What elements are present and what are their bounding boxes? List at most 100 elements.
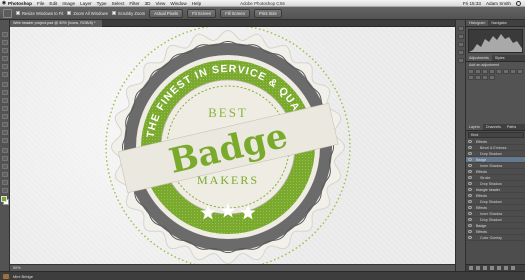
vibrance-icon[interactable] — [496, 69, 502, 74]
eraser-tool-icon[interactable] — [2, 114, 8, 119]
clock[interactable]: Fri 15:33 — [463, 1, 481, 6]
pen-tool-icon[interactable] — [2, 148, 8, 153]
posterize-icon[interactable] — [489, 75, 495, 80]
gradient-tool-icon[interactable] — [2, 122, 8, 127]
tab-layers[interactable]: Layers — [466, 124, 483, 130]
swatches-panel-icon[interactable] — [458, 58, 464, 63]
curves-icon[interactable] — [482, 69, 488, 74]
type-tool-icon[interactable] — [2, 156, 8, 161]
healing-tool-icon[interactable] — [2, 82, 8, 87]
invert-icon[interactable] — [482, 75, 488, 80]
mini-bridge-label[interactable]: Mini Bridge — [13, 274, 33, 279]
eye-icon[interactable] — [468, 188, 472, 191]
hand-tool-icon[interactable] — [2, 180, 8, 185]
menu-image[interactable]: Image — [62, 1, 75, 6]
menu-3d[interactable]: 3D — [145, 1, 151, 6]
mask-icon[interactable] — [483, 266, 487, 270]
resize-windows-checkbox[interactable]: Resize Windows to Fit — [16, 11, 63, 16]
foreground-color-swatch[interactable] — [1, 196, 7, 202]
eye-icon[interactable] — [468, 176, 472, 179]
eye-icon[interactable] — [468, 194, 472, 197]
apple-icon[interactable]: ◉ — [0, 0, 8, 6]
eye-icon[interactable] — [468, 212, 472, 215]
layer-filter-kind[interactable]: Kind — [468, 132, 524, 138]
eye-icon[interactable] — [468, 230, 472, 233]
adjustment-layer-icon[interactable] — [490, 266, 494, 270]
layer-row[interactable]: Color Overlay — [466, 235, 525, 241]
eye-icon[interactable] — [468, 158, 472, 161]
crop-tool-icon[interactable] — [2, 64, 8, 69]
tab-adjustments[interactable]: Adjustments — [466, 55, 492, 61]
document-tab[interactable]: Web header project.psd @ 50% (Icons, RGB… — [10, 20, 102, 27]
tab-histogram[interactable]: Histogram — [466, 20, 489, 26]
clone-stamp-tool-icon[interactable] — [2, 98, 8, 103]
tab-styles[interactable]: Styles — [492, 55, 508, 61]
menu-window[interactable]: Window — [170, 1, 186, 6]
mini-bridge-icon[interactable] — [3, 273, 9, 279]
menu-type[interactable]: Type — [97, 1, 107, 6]
brightness-contrast-icon[interactable] — [468, 69, 474, 74]
trash-icon[interactable] — [511, 266, 515, 270]
fit-screen-button[interactable]: Fit Screen — [187, 8, 217, 18]
scrubby-zoom-checkbox[interactable]: Scrubby Zoom — [111, 11, 145, 16]
photo-filter-icon[interactable] — [468, 75, 474, 80]
move-tool-icon[interactable] — [2, 32, 8, 37]
zoom-all-checkbox[interactable]: Zoom All Windows — [67, 11, 108, 16]
levels-icon[interactable] — [475, 69, 481, 74]
eye-icon[interactable] — [468, 218, 472, 221]
menu-edit[interactable]: Edit — [49, 1, 57, 6]
canvas[interactable]: THE FINEST IN SERVICE & QUALITY BEST Bad… — [10, 27, 455, 264]
dodge-tool-icon[interactable] — [2, 138, 8, 143]
spotlight-search-icon[interactable] — [516, 0, 521, 6]
eye-icon[interactable] — [468, 170, 472, 173]
folder-icon[interactable] — [497, 266, 501, 270]
link-icon[interactable] — [469, 266, 473, 270]
character-panel-icon[interactable] — [458, 42, 464, 47]
menu-select[interactable]: Select — [112, 1, 125, 6]
print-size-button[interactable]: Print Size — [253, 8, 282, 18]
hue-saturation-icon[interactable] — [503, 69, 509, 74]
marquee-tool-icon[interactable] — [2, 40, 8, 45]
tab-navigator[interactable]: Navigator — [488, 20, 509, 26]
history-panel-icon[interactable] — [458, 26, 464, 31]
brush-tool-icon[interactable] — [2, 90, 8, 95]
eyedropper-tool-icon[interactable] — [2, 72, 8, 77]
paragraph-panel-icon[interactable] — [458, 50, 464, 55]
user-name[interactable]: Adam Smith — [486, 1, 511, 6]
eye-icon[interactable] — [468, 146, 472, 149]
fill-screen-button[interactable]: Fill Screen — [220, 8, 250, 18]
menu-filter[interactable]: Filter — [129, 1, 139, 6]
zoom-tool-preset-icon[interactable] — [3, 8, 12, 18]
zoom-tool-icon[interactable] — [2, 188, 8, 193]
tab-channels[interactable]: Channels — [483, 124, 504, 130]
eye-icon[interactable] — [468, 140, 472, 143]
black-white-icon[interactable] — [517, 69, 523, 74]
shape-tool-icon[interactable] — [2, 172, 8, 177]
zoom-level[interactable]: 50% — [13, 266, 21, 270]
eye-icon[interactable] — [468, 164, 472, 167]
menu-layer[interactable]: Layer — [80, 1, 92, 6]
eye-icon[interactable] — [468, 206, 472, 209]
channel-mixer-icon[interactable] — [475, 75, 481, 80]
color-balance-icon[interactable] — [510, 69, 516, 74]
eye-icon[interactable] — [468, 224, 472, 227]
path-select-tool-icon[interactable] — [2, 164, 8, 169]
lasso-tool-icon[interactable] — [2, 48, 8, 53]
eye-icon[interactable] — [468, 236, 472, 239]
menu-file[interactable]: File — [37, 1, 44, 6]
quick-select-tool-icon[interactable] — [2, 56, 8, 61]
menu-help[interactable]: Help — [192, 1, 201, 6]
eye-icon[interactable] — [468, 200, 472, 203]
new-layer-icon[interactable] — [504, 266, 508, 270]
tab-paths[interactable]: Paths — [504, 124, 519, 130]
eye-icon[interactable] — [468, 182, 472, 185]
exposure-icon[interactable] — [489, 69, 495, 74]
fx-icon[interactable] — [476, 266, 480, 270]
info-panel-icon[interactable] — [458, 34, 464, 39]
history-brush-tool-icon[interactable] — [2, 106, 8, 111]
menu-app-name[interactable]: Photoshop — [8, 1, 32, 6]
blur-tool-icon[interactable] — [2, 130, 8, 135]
menu-view[interactable]: View — [155, 1, 165, 6]
eye-icon[interactable] — [468, 152, 472, 155]
actual-pixels-button[interactable]: Actual Pixels — [149, 8, 184, 18]
